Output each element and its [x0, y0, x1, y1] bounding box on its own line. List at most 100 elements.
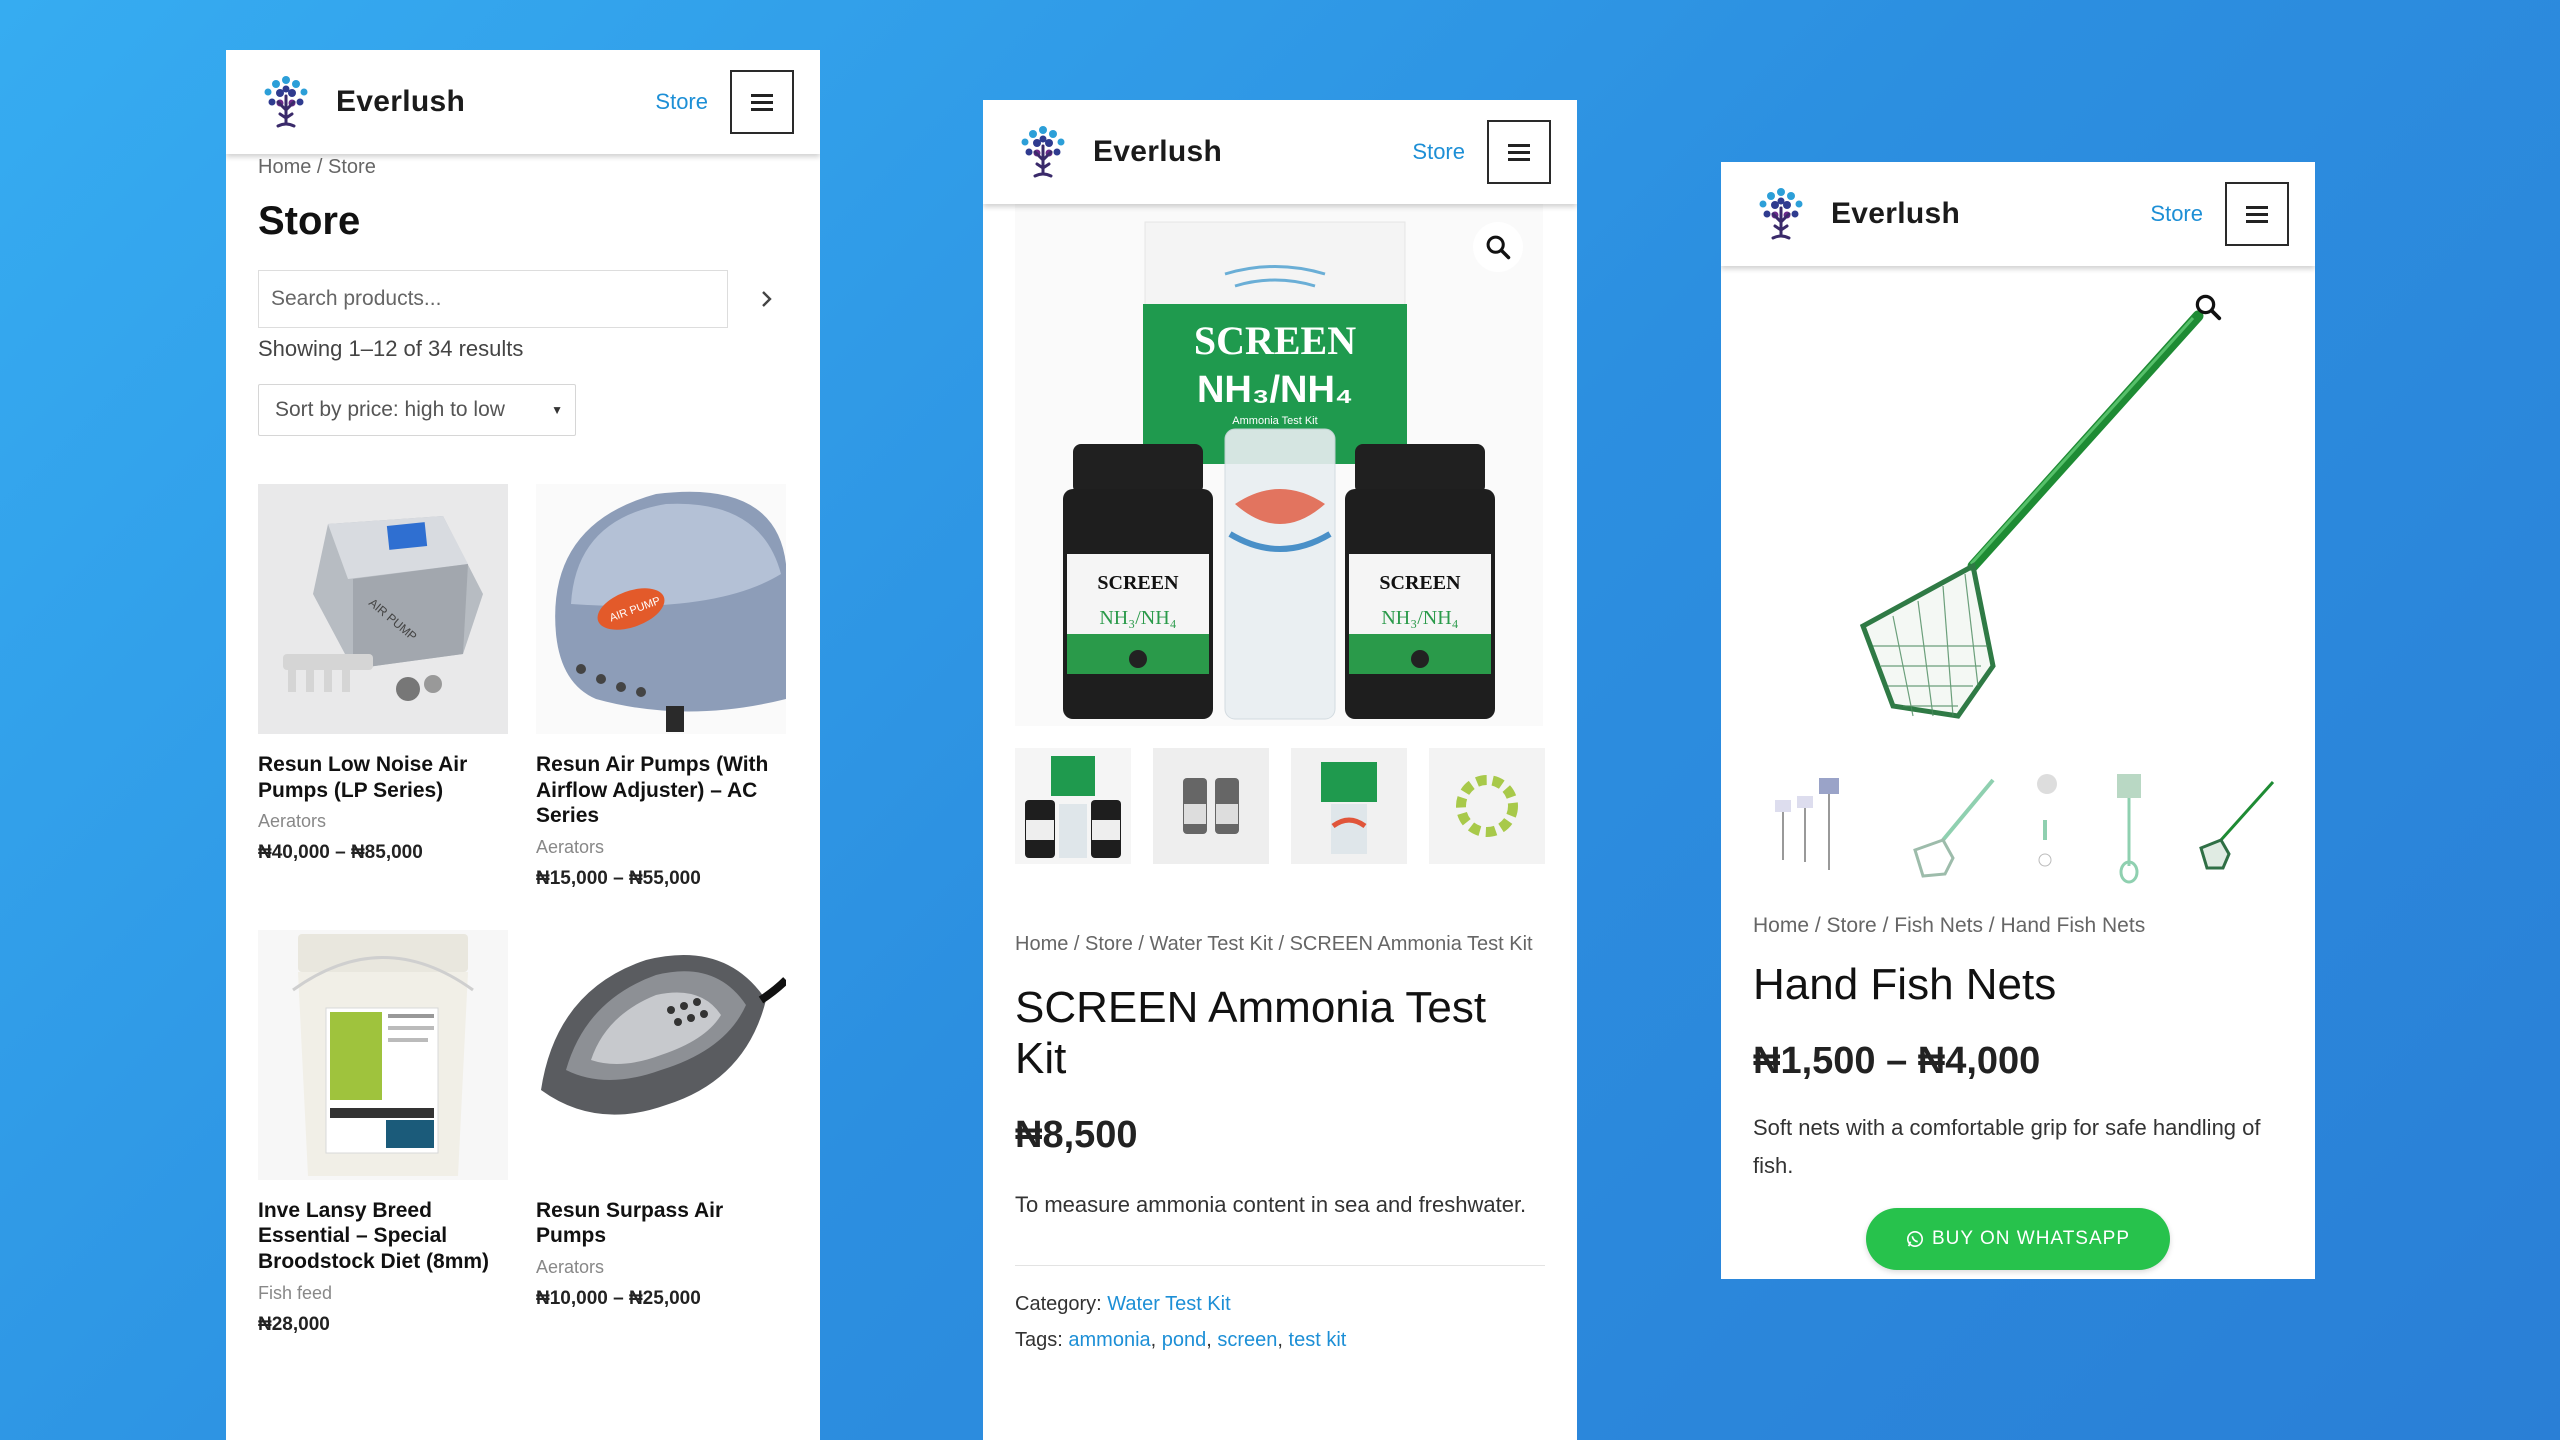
menu-icon-bar — [751, 107, 773, 111]
everlush-logo-icon[interactable] — [1753, 184, 1809, 244]
whatsapp-icon — [1906, 1230, 1924, 1248]
breadcrumb-home-link[interactable]: Home — [1015, 933, 1068, 955]
tags-label: Tags: — [1015, 1329, 1063, 1352]
product-name[interactable]: Inve Lansy Breed Essential – Special Bro… — [258, 1198, 508, 1275]
breadcrumb-category-link[interactable]: Fish Nets — [1894, 914, 1983, 937]
product-thumbnail[interactable] — [1291, 748, 1407, 864]
kit-box-formula: NH₃/NH₄ — [1197, 369, 1353, 411]
hamburger-menu-button[interactable] — [1487, 120, 1551, 184]
store-nav-link[interactable]: Store — [2150, 201, 2203, 227]
product-title: Hand Fish Nets — [1753, 960, 2057, 1009]
air-pump-image: AIR PUMP — [258, 484, 508, 734]
zoom-button[interactable] — [1473, 222, 1523, 272]
ammonia-test-kit-image: SCREEN NH₃/NH₄ Ammonia Test Kit SCREEN N… — [1015, 204, 1543, 726]
whatsapp-buy-button[interactable]: BUY ON WHATSAPP — [1866, 1208, 2170, 1270]
divider — [1015, 1265, 1545, 1267]
product-thumbnail[interactable] — [1153, 748, 1269, 864]
product-thumbnails — [1753, 770, 2283, 886]
fish-net-image — [1859, 310, 2204, 719]
search-input[interactable] — [258, 270, 728, 328]
tag-link[interactable]: test kit — [1289, 1329, 1347, 1351]
thumbnail-image — [1291, 748, 1407, 864]
breadcrumb-store-link[interactable]: Store — [1085, 933, 1133, 955]
product-thumbnail[interactable] — [1753, 770, 1869, 886]
product-main-image[interactable] — [1753, 266, 2283, 766]
zoom-button[interactable] — [2193, 292, 2223, 327]
breadcrumb-store-link[interactable]: Store — [1827, 914, 1877, 937]
menu-icon-bar — [1508, 143, 1530, 147]
chevron-right-icon — [762, 291, 772, 307]
breadcrumb-home-link[interactable]: Home — [258, 156, 311, 178]
brand-name[interactable]: Everlush — [1831, 197, 2150, 231]
category-link[interactable]: Water Test Kit — [1107, 1293, 1230, 1315]
search-submit-button[interactable] — [746, 279, 786, 319]
breadcrumb-current: SCREEN Ammonia Test Kit — [1289, 933, 1533, 955]
air-pump-image — [536, 929, 786, 1180]
product-title: SCREEN Ammonia Test Kit — [1015, 983, 1487, 1084]
product-card[interactable]: AIR PUMP Resun Low Noise Air Pumps (LP S… — [258, 484, 508, 890]
product-grid: AIR PUMP Resun Low Noise Air Pumps (LP S… — [258, 484, 788, 1336]
product-card[interactable]: Resun Surpass Air Pumps Aerators ₦10,000… — [536, 929, 786, 1336]
product-price: ₦8,500 — [1015, 1114, 1138, 1157]
product-name[interactable]: Resun Low Noise Air Pumps (LP Series) — [258, 752, 508, 803]
product-category: Aerators — [258, 811, 327, 832]
magnifier-icon — [2193, 292, 2223, 322]
everlush-logo-icon[interactable] — [1015, 122, 1071, 182]
product-thumbnail[interactable] — [2033, 770, 2149, 886]
product-card[interactable]: Inve Lansy Breed Essential – Special Bro… — [258, 929, 508, 1336]
hamburger-menu-button[interactable] — [2225, 182, 2289, 246]
product-page-phone: Everlush Store Home / Store / Fish Nets … — [1721, 162, 2315, 1279]
breadcrumb-home-link[interactable]: Home — [1753, 914, 1809, 937]
product-search — [258, 270, 788, 328]
product-image[interactable]: AIR PUMP — [258, 484, 508, 734]
product-category: Fish feed — [258, 1282, 333, 1303]
product-image[interactable]: AIR PUMP — [536, 484, 786, 734]
tag-link[interactable]: pond — [1162, 1329, 1207, 1351]
breadcrumb: Home / Store — [258, 156, 788, 179]
product-thumbnail[interactable] — [1429, 748, 1545, 864]
sort-select[interactable]: Sort by price: high to low ▼ — [258, 384, 576, 436]
everlush-logo-icon[interactable] — [258, 72, 314, 132]
thumbnail-image — [1153, 748, 1269, 864]
product-image[interactable] — [258, 929, 508, 1180]
breadcrumb-category-link[interactable]: Water Test Kit — [1150, 933, 1273, 955]
menu-icon-bar — [2246, 212, 2268, 216]
brand-name[interactable]: Everlush — [1093, 135, 1412, 169]
thumbnail-image — [1775, 778, 1839, 870]
store-nav-link[interactable]: Store — [1412, 139, 1465, 165]
menu-icon-bar — [751, 93, 773, 97]
site-header: Everlush Store — [1721, 162, 2315, 266]
magnifier-icon — [1484, 233, 1512, 261]
menu-icon-bar — [1508, 150, 1530, 154]
hamburger-menu-button[interactable] — [730, 70, 794, 134]
air-pump-image: AIR PUMP — [536, 484, 786, 734]
category-row: Category: Water Test Kit — [1015, 1286, 1545, 1322]
product-meta: Category: Water Test Kit Tags: ammonia, … — [1015, 1286, 1545, 1358]
result-count: Showing 1–12 of 34 results — [258, 336, 524, 361]
breadcrumb-current: Hand Fish Nets — [2000, 914, 2146, 937]
thumbnail-image — [1429, 748, 1545, 864]
product-image[interactable] — [536, 929, 786, 1180]
product-description: Soft nets with a comfortable grip for sa… — [1753, 1115, 2261, 1178]
caret-down-icon: ▼ — [551, 403, 563, 417]
product-thumbnail[interactable] — [1893, 770, 2009, 886]
menu-icon-bar — [2246, 205, 2268, 209]
product-card[interactable]: AIR PUMP Resun Air Pumps (With Airflow A… — [536, 484, 786, 890]
brand-name[interactable]: Everlush — [336, 85, 655, 119]
store-nav-link[interactable]: Store — [655, 89, 708, 115]
tag-link[interactable]: screen — [1217, 1329, 1277, 1351]
product-name[interactable]: Resun Surpass Air Pumps — [536, 1198, 786, 1249]
tag-link[interactable]: ammonia — [1068, 1329, 1150, 1351]
menu-icon-bar — [1508, 157, 1530, 161]
category-label: Category: — [1015, 1293, 1102, 1316]
product-thumbnail[interactable] — [1015, 748, 1131, 864]
breadcrumb-current: Store — [328, 156, 376, 178]
breadcrumb: Home / Store / Water Test Kit / SCREEN A… — [1015, 933, 1533, 955]
product-thumbnails — [1015, 748, 1545, 864]
sort-selected-value: Sort by price: high to low — [275, 398, 505, 421]
bottle-1-formula: NH₃/NH₄ — [1099, 607, 1176, 629]
product-thumbnail[interactable] — [2173, 770, 2289, 886]
product-main-image[interactable]: SCREEN NH₃/NH₄ Ammonia Test Kit SCREEN N… — [1015, 204, 1543, 726]
bottle-2-formula: NH₃/NH₄ — [1381, 607, 1458, 629]
product-name[interactable]: Resun Air Pumps (With Airflow Adjuster) … — [536, 752, 786, 829]
